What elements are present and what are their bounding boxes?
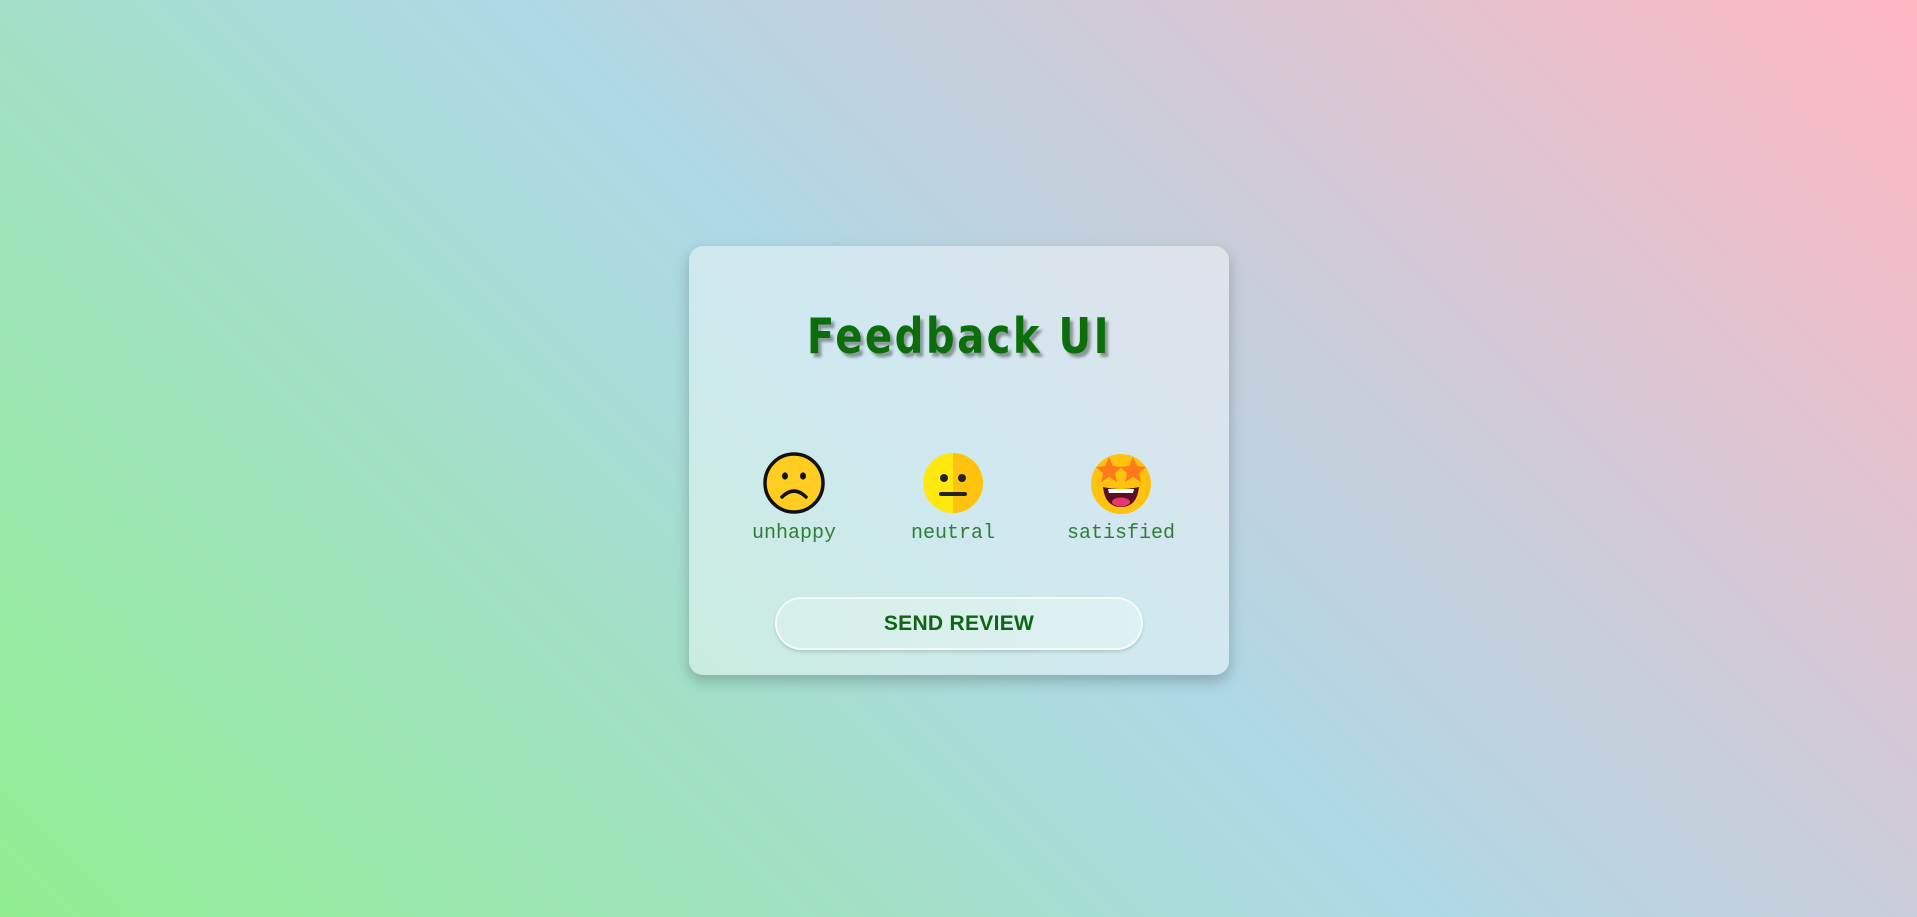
rating-label-unhappy: unhappy: [751, 522, 836, 545]
rating-neutral[interactable]: neutral: [893, 451, 1013, 545]
rating-label-satisfied: satisfied: [1066, 522, 1176, 545]
send-review-button[interactable]: SEND REVIEW: [775, 597, 1143, 650]
rating-satisfied[interactable]: satisfied: [1061, 451, 1181, 545]
feedback-card: Feedback UI unhappy neutral satisfied SE…: [689, 246, 1229, 675]
rating-label-neutral: neutral: [910, 522, 995, 545]
page-title: Feedback UI: [806, 308, 1112, 365]
rating-unhappy[interactable]: unhappy: [734, 451, 854, 545]
star-struck-face-icon: [1091, 454, 1151, 514]
sad-face-icon: [763, 452, 825, 514]
neutral-face-icon: [923, 453, 983, 513]
